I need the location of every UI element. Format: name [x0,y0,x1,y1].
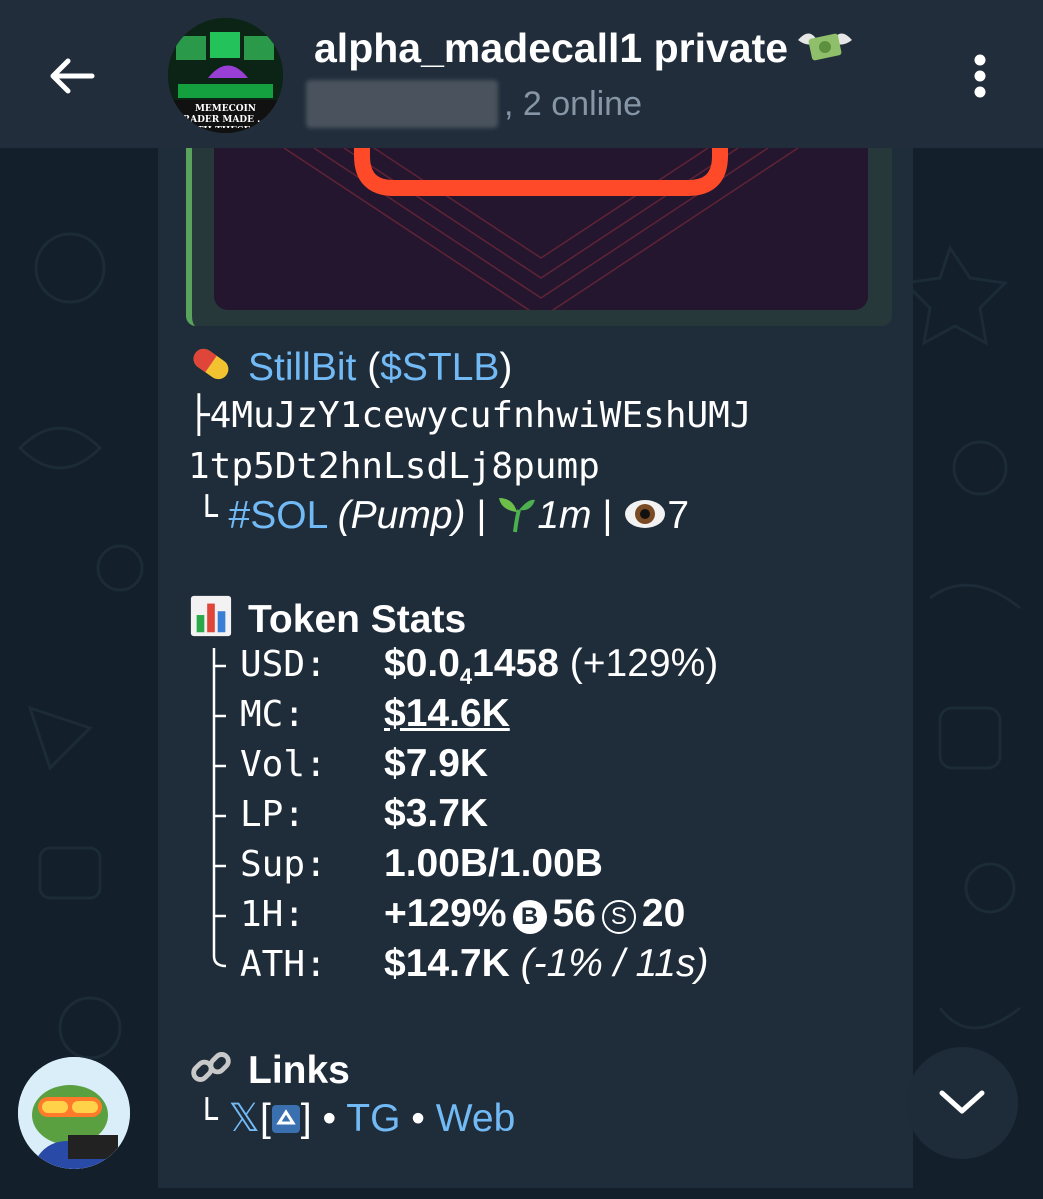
usd-zero-count: 4 [459,664,473,689]
sells-icon: S [601,900,636,934]
link-preview-image[interactable] [214,148,868,310]
stat-lp-label: LP: [240,794,306,835]
avatar-caption: MEMECOIN TRADER MADE ...% WITH THESE T..… [175,104,276,128]
stat-usd-label: USD: [240,644,327,685]
h1-buys: 56 [552,892,596,935]
tree-corner: └ [196,1099,218,1140]
eye-icon [625,500,666,528]
chain-platform: (Pump) [337,494,466,537]
links-title-line: Links [188,1045,350,1093]
token-ticker-link[interactable]: $STLB [380,346,499,389]
sender-avatar[interactable] [18,1057,130,1169]
token-stats-title-line: Token Stats [188,594,466,642]
link-chain-icon [191,1052,231,1082]
contract-address-line-1[interactable]: ├4MuJzY1cewycufnhwiWEshUMJ [188,395,752,436]
back-arrow-icon [50,58,95,94]
usd-change: (+129%) [569,642,719,685]
online-count: , 2 online [504,84,642,123]
back-button[interactable] [40,44,104,108]
chain-info-line: └ #SOL (Pump) | 1m | 7 [196,494,689,538]
stat-supply-label: Sup: [240,844,327,885]
ath-value: $14.7K [384,942,510,985]
separator: | [602,494,613,537]
h1-sells: 20 [641,892,686,935]
x-bracket-close: ] [300,1097,312,1140]
chevron-down-icon [939,1090,985,1114]
h1-change: +129% [384,892,507,935]
stat-vol-value: $7.9K [384,742,489,785]
usd-tail: 1458 [472,642,559,685]
money-with-wings-icon [798,33,853,61]
x-link[interactable]: 𝕏 [229,1097,260,1140]
stat-1h-value: +129% B 56 S 20 [384,892,685,936]
seedling-icon [499,498,536,533]
tg-link[interactable]: TG [346,1097,400,1140]
stat-vol-label: Vol: [240,744,327,785]
usd-main: $0.0 [384,642,460,685]
scroll-to-bottom-button[interactable] [906,1047,1018,1159]
stat-1h-label: 1H: [240,894,306,935]
dot-separator: • [411,1097,425,1140]
tree-lines [212,648,227,968]
token-age: 1m [537,494,592,537]
separator: | [476,494,487,537]
stat-ath-label: ATH: [240,944,327,985]
x-bracket-open: [ [259,1097,271,1140]
links-line: └ 𝕏[] • TG • Web [196,1096,515,1141]
group-avatar[interactable]: MEMECOIN TRADER MADE ...% WITH THESE T..… [168,18,283,133]
token-title-line: StillBit ($STLB) [188,342,512,390]
links-title: Links [248,1049,350,1092]
token-stats-title: Token Stats [248,598,467,641]
view-count: 7 [667,494,690,537]
recycle-icon[interactable] [271,1104,301,1134]
pill-icon [193,348,229,380]
chat-header: MEMECOIN TRADER MADE ...% WITH THESE T..… [0,0,1043,148]
stat-usd-value: $0.041458 (+129%) [384,642,718,690]
stat-mc-label: MC: [240,694,306,735]
buys-icon: B [512,900,547,934]
stat-supply-value: 1.00B/1.00B [384,842,603,885]
bar-chart-icon [190,595,232,637]
tree-corner: └ [196,496,218,537]
token-name-link[interactable]: StillBit [248,346,356,389]
stat-mc-value[interactable]: $14.6K [384,692,510,736]
chat-title-text: alpha_madecall1 private [314,25,789,71]
stat-lp-value: $3.7K [384,792,489,835]
chat-subtitle: , 2 online [306,80,642,128]
dot-separator: • [322,1097,337,1140]
web-link[interactable]: Web [436,1097,516,1140]
more-menu-button[interactable] [952,44,1008,108]
more-vertical-icon [974,54,986,98]
ath-extra: (-1% / 11s) [520,942,709,985]
blurred-member-count [306,80,498,128]
chain-hashtag[interactable]: #SOL [229,494,327,537]
contract-address-line-2[interactable]: 1tp5Dt2hnLsdLj8pump [188,446,600,487]
stat-ath-value: $14.7K (-1% / 11s) [384,942,708,986]
chat-title[interactable]: alpha_madecall1 private [314,24,854,72]
